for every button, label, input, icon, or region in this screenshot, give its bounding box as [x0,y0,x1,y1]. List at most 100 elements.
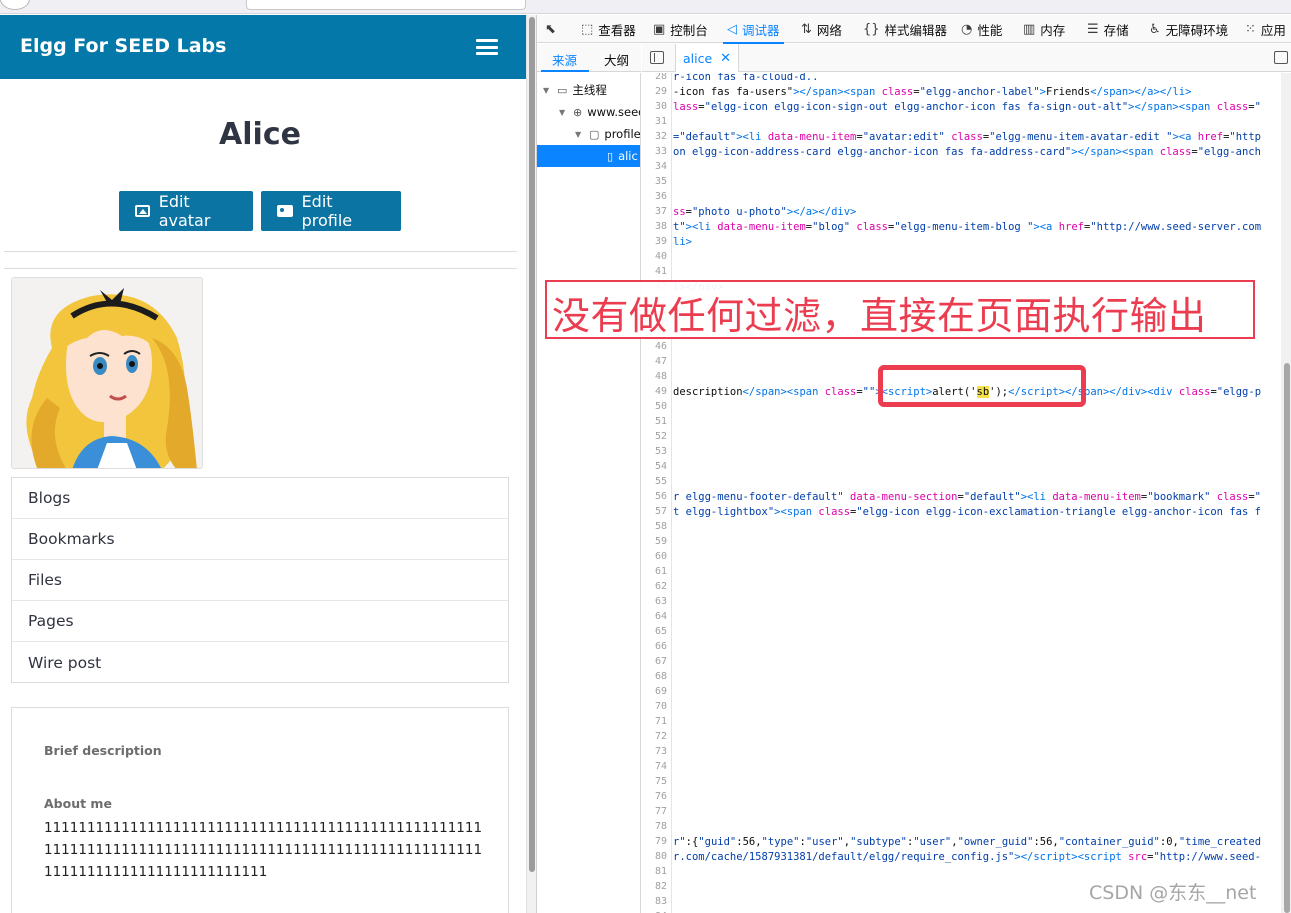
line-number[interactable]: 83 [655,896,667,907]
line-number[interactable]: 46 [655,341,667,352]
line-number[interactable]: 49 [655,386,667,397]
line-number[interactable]: 29 [655,86,667,97]
line-number[interactable]: 66 [655,641,667,652]
folder-icon: ▢ [589,127,600,141]
avatar[interactable] [11,277,203,469]
line-number[interactable]: 62 [655,581,667,592]
line-number[interactable]: 61 [655,566,667,577]
window-icon: ▭ [557,83,568,97]
line-number[interactable]: 34 [655,161,667,172]
line-number[interactable]: 59 [655,536,667,547]
line-number[interactable]: 33 [655,146,667,157]
line-number[interactable]: 52 [655,431,667,442]
tree-folder[interactable]: ▼ ▢ profile [575,123,640,145]
line-number[interactable]: 75 [655,776,667,787]
menu-item-blogs[interactable]: Blogs [12,478,508,519]
code-editor[interactable]: r-icon fas fa-cloud-d.. -icon fas fa-user… [673,73,1281,913]
tab-label: 存储 [1103,22,1129,38]
toggle-panel-icon[interactable] [1274,51,1288,64]
tab-memory[interactable]: ▥ 内存 [1023,15,1065,43]
tab-application[interactable]: ⁙ 应用 [1245,15,1286,43]
line-number[interactable]: 30 [655,101,667,112]
line-number[interactable]: 48 [655,371,667,382]
line-number[interactable]: 60 [655,551,667,562]
tab-outline[interactable]: 大纲 [604,50,629,69]
line-number[interactable]: 64 [655,611,667,622]
menu-item-wire-post[interactable]: Wire post [12,642,508,683]
menu-item-pages[interactable]: Pages [12,601,508,642]
line-number[interactable]: 68 [655,671,667,682]
site-brand[interactable]: Elgg For SEED Labs [20,35,226,57]
line-number[interactable]: 57 [655,506,667,517]
tab-inspector[interactable]: ⬚ 查看器 [581,15,636,43]
edit-avatar-button[interactable]: Edit avatar [119,191,253,231]
line-number[interactable]: 32 [655,131,667,142]
toggle-sidebar-icon[interactable] [650,51,664,64]
tab-debugger[interactable]: ◁ 调试器 [723,15,783,44]
line-number[interactable]: 71 [655,716,667,727]
edit-profile-button[interactable]: Edit profile [261,191,401,231]
element-picker-icon[interactable]: ⬉ [545,15,561,43]
page-scrollbar[interactable] [526,15,536,913]
gauge-icon: ◔ [961,21,973,37]
line-number[interactable]: 65 [655,626,667,637]
line-number[interactable]: 28 [655,73,667,82]
tab-performance[interactable]: ◔ 性能 [961,15,1002,43]
tab-label: 网络 [816,22,842,38]
hamburger-menu-icon[interactable] [476,39,498,57]
line-number[interactable]: 73 [655,746,667,757]
line-number[interactable]: 82 [655,881,667,892]
profile-details: Brief description About me 1111111111111… [11,707,509,913]
line-number[interactable]: 69 [655,686,667,697]
line-number[interactable]: 31 [655,116,667,127]
line-number[interactable]: 74 [655,761,667,772]
line-number[interactable]: 77 [655,806,667,817]
editor-scrollbar[interactable] [1281,73,1291,913]
line-number[interactable]: 51 [655,416,667,427]
line-number[interactable]: 38 [655,221,667,232]
line-number[interactable]: 78 [655,821,667,832]
tab-label: 调试器 [742,22,780,38]
menu-item-bookmarks[interactable]: Bookmarks [12,519,508,560]
line-number[interactable]: 54 [655,461,667,472]
line-number[interactable]: 79 [655,836,667,847]
line-number[interactable]: 50 [655,401,667,412]
line-number[interactable]: 37 [655,206,667,217]
line-number[interactable]: 56 [655,491,667,502]
line-number[interactable]: 80 [655,851,667,862]
line-number[interactable]: 36 [655,191,667,202]
line-number[interactable]: 63 [655,596,667,607]
image-icon [135,205,150,217]
line-number[interactable]: 70 [655,701,667,712]
line-number[interactable]: 39 [655,236,667,247]
braces-icon: {} [863,21,880,37]
tab-accessibility[interactable]: ♿ 无障碍环境 [1149,15,1228,43]
tree-file-selected[interactable]: ▯ alic [537,145,640,167]
line-number[interactable]: 76 [655,791,667,802]
menu-item-files[interactable]: Files [12,560,508,601]
line-number[interactable]: 81 [655,866,667,877]
line-number[interactable]: 41 [655,266,667,277]
line-number[interactable]: 55 [655,476,667,487]
line-number[interactable]: 58 [655,521,667,532]
scrollbar-thumb[interactable] [529,17,535,872]
tab-network[interactable]: ⇅ 网络 [801,15,842,43]
scrollbar-thumb[interactable] [1284,363,1290,913]
url-bar[interactable] [246,0,526,10]
line-number[interactable]: 72 [655,731,667,742]
line-number[interactable]: 47 [655,356,667,367]
close-icon[interactable]: ✕ [720,51,731,66]
tree-host[interactable]: ▼ ⊕ www.seed [559,101,640,123]
line-number[interactable]: 35 [655,176,667,187]
tab-sources[interactable]: 来源 [552,50,577,69]
line-number[interactable]: 40 [655,251,667,262]
back-button[interactable] [0,0,30,10]
line-number[interactable]: 67 [655,656,667,667]
line-number[interactable]: 53 [655,446,667,457]
editor-tab-alice[interactable]: alice ✕ [675,44,740,72]
code-line: -icon fas fa-users"></span><span class="… [673,86,1192,98]
tab-console[interactable]: ▣ 控制台 [653,15,708,43]
tree-main-thread[interactable]: ▼ ▭ 主线程 [543,79,607,101]
tab-storage[interactable]: ☰ 存储 [1087,15,1129,43]
tab-style-editor[interactable]: {} 样式编辑器 [863,15,947,43]
